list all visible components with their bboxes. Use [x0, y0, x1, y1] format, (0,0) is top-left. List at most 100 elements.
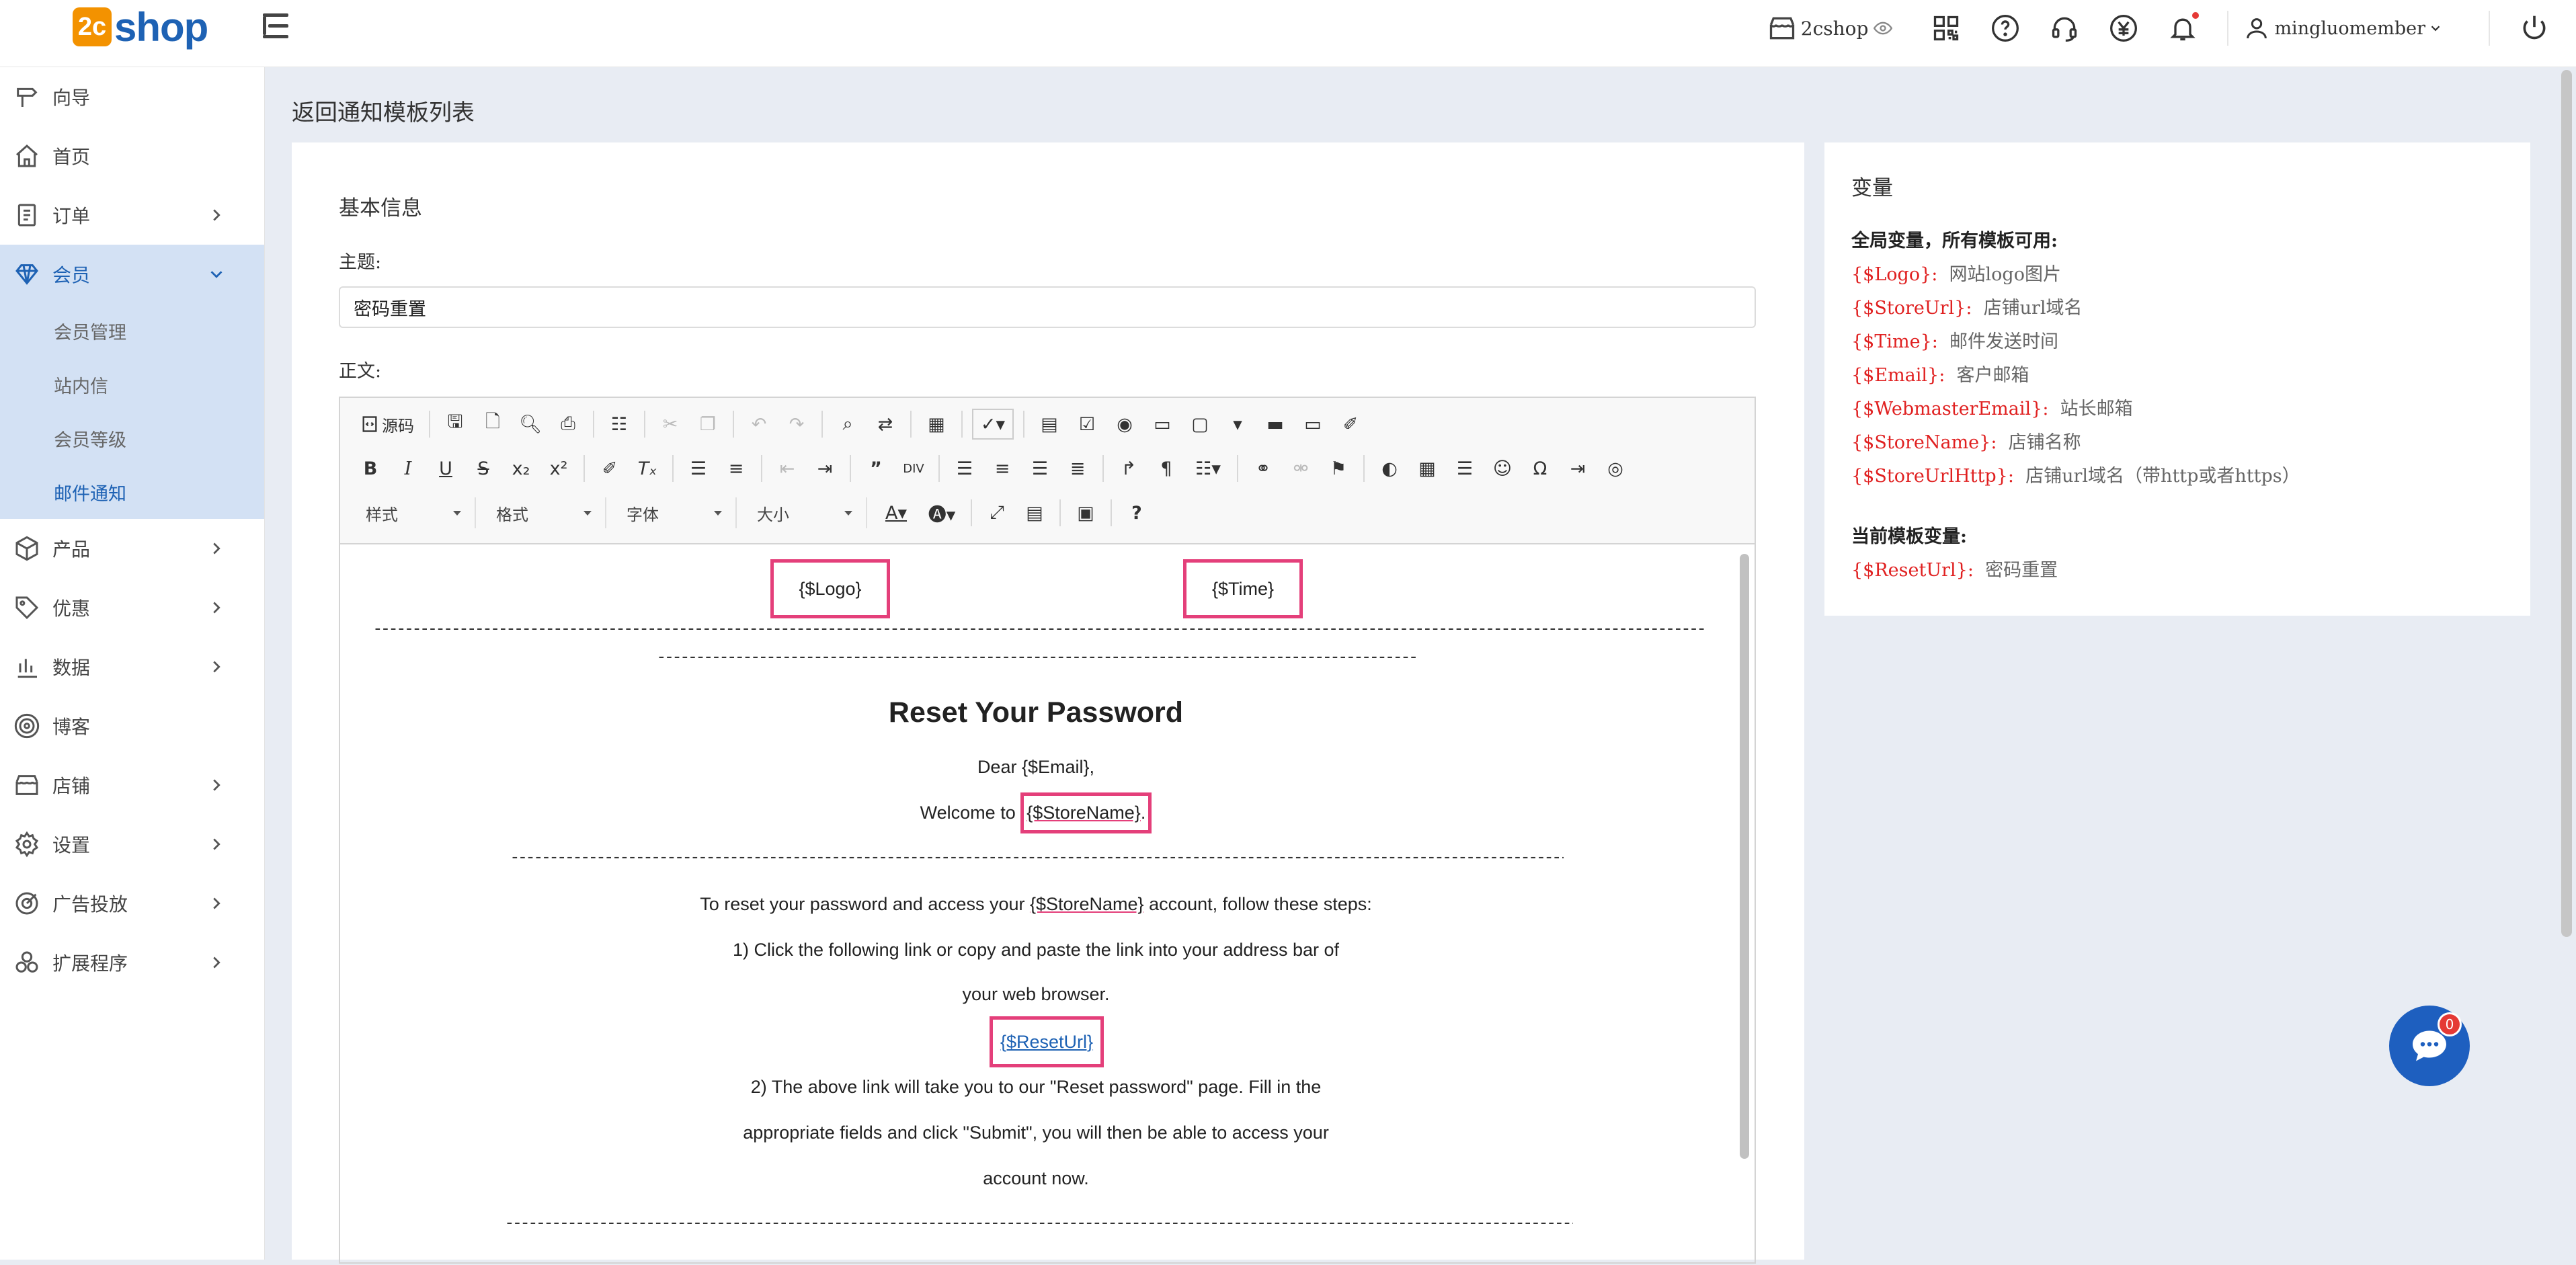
hidden-field-icon[interactable]: ✐: [1335, 409, 1366, 440]
editor-scrollbar[interactable]: [1740, 554, 1749, 1159]
sidebar-subitem-messages[interactable]: 站内信: [0, 358, 264, 411]
sidebar-item-settings[interactable]: 设置: [0, 815, 264, 874]
sidebar-item-extensions[interactable]: 扩展程序: [0, 933, 264, 992]
sidebar-item-home[interactable]: 首页: [0, 126, 264, 186]
anchor-icon[interactable]: ⚑: [1323, 453, 1354, 484]
sidebar-item-blog[interactable]: 博客: [0, 696, 264, 756]
text-color-icon[interactable]: A▾: [877, 497, 916, 528]
page-break-icon[interactable]: ⇥: [1562, 453, 1593, 484]
strikethrough-icon[interactable]: S: [468, 453, 499, 484]
underline-icon[interactable]: U: [430, 453, 461, 484]
indent-icon[interactable]: ⇥: [809, 453, 840, 484]
bold-icon[interactable]: B: [355, 453, 386, 484]
size-select[interactable]: 大小: [746, 497, 867, 528]
sidebar-item-products[interactable]: 产品: [0, 519, 264, 578]
redo-icon[interactable]: ↷: [781, 409, 812, 440]
spellcheck-icon[interactable]: ✓▾: [972, 409, 1014, 440]
sidebar-item-orders[interactable]: 订单: [0, 186, 264, 245]
subject-input[interactable]: 密码重置: [339, 286, 1756, 328]
sidebar-item-guide[interactable]: 向导: [0, 67, 264, 126]
headset-icon[interactable]: [2050, 13, 2079, 43]
align-left-icon[interactable]: ☰: [949, 453, 980, 484]
language-icon[interactable]: ☷▾: [1189, 453, 1227, 484]
save-icon[interactable]: 🖫: [440, 409, 471, 440]
shop-switcher[interactable]: 2cshop: [1767, 13, 1897, 43]
justify-icon[interactable]: ≣: [1062, 453, 1093, 484]
replace-icon[interactable]: ⇄: [870, 409, 901, 440]
chevron-right-icon: [213, 602, 220, 614]
special-char-icon[interactable]: Ω: [1525, 453, 1556, 484]
source-button[interactable]: 源码: [355, 409, 419, 440]
horizontal-line-icon[interactable]: ☰: [1449, 453, 1480, 484]
bulleted-list-icon[interactable]: ≡: [721, 453, 752, 484]
remove-format-icon[interactable]: Tₓ: [632, 453, 663, 484]
sidebar-item-members[interactable]: 会员: [0, 245, 264, 304]
currency-icon[interactable]: [2109, 13, 2138, 43]
help-icon[interactable]: [1990, 13, 2020, 43]
smiley-icon[interactable]: ☺: [1487, 453, 1518, 484]
eye-icon[interactable]: [1874, 19, 1893, 38]
top-bar: 2c shop 2cshop mingluomember: [0, 0, 2576, 67]
div-container-icon[interactable]: DIV: [898, 453, 929, 484]
numbered-list-icon[interactable]: ☰: [683, 453, 714, 484]
sidebar-subitem-email-notifications[interactable]: 邮件通知: [0, 465, 264, 519]
table-icon[interactable]: ▦: [1412, 453, 1443, 484]
subscript-icon[interactable]: x₂: [506, 453, 536, 484]
reseturl-link[interactable]: {$ResetUrl}: [1000, 1032, 1093, 1053]
sidebar-item-advertising[interactable]: 广告投放: [0, 874, 264, 933]
superscript-icon[interactable]: x²: [543, 453, 574, 484]
show-blocks-icon[interactable]: ▤: [1019, 497, 1050, 528]
editor-content[interactable]: {$Logo} {$Time} ------------------------…: [340, 546, 1752, 1265]
preview-icon[interactable]: 🔍︎: [515, 409, 546, 440]
cut-icon[interactable]: ✂: [655, 409, 686, 440]
sidebar-item-store[interactable]: 店铺: [0, 756, 264, 815]
about-icon[interactable]: ?: [1121, 497, 1152, 528]
maximize-icon[interactable]: ⤢: [981, 497, 1012, 528]
copy-format-icon[interactable]: ✐: [594, 453, 625, 484]
unlink-icon[interactable]: ⚮: [1285, 453, 1316, 484]
qrcode-icon[interactable]: [1931, 13, 1961, 43]
menu-toggle-icon[interactable]: [259, 9, 292, 43]
sidebar-subitem-member-levels[interactable]: 会员等级: [0, 411, 264, 465]
form-icon[interactable]: ▤: [1034, 409, 1065, 440]
iframe-icon[interactable]: ◎: [1600, 453, 1631, 484]
sidebar-item-promotions[interactable]: 优惠: [0, 578, 264, 637]
select-field-icon[interactable]: ▾: [1222, 409, 1253, 440]
chat-button[interactable]: 0: [2389, 1006, 2470, 1086]
format-select[interactable]: 格式: [485, 497, 606, 528]
page-scrollbar[interactable]: [2561, 70, 2572, 937]
flash-icon[interactable]: ◐: [1374, 453, 1405, 484]
power-icon[interactable]: [2520, 13, 2549, 43]
checkbox-icon[interactable]: ☑: [1072, 409, 1102, 440]
align-center-icon[interactable]: ≡: [987, 453, 1018, 484]
sidebar-subitem-member-management[interactable]: 会员管理: [0, 304, 264, 358]
select-all-icon[interactable]: ▦: [921, 409, 952, 440]
align-right-icon[interactable]: ☰: [1024, 453, 1055, 484]
font-select[interactable]: 字体: [616, 497, 737, 528]
radio-icon[interactable]: ◉: [1109, 409, 1140, 440]
undo-icon[interactable]: ↶: [743, 409, 774, 440]
text-direction-ltr-icon[interactable]: ↱: [1113, 453, 1144, 484]
outdent-icon[interactable]: ⇤: [772, 453, 803, 484]
back-to-template-list-link[interactable]: 返回通知模板列表: [292, 94, 475, 127]
blockquote-icon[interactable]: ”: [860, 453, 891, 484]
image-button-icon[interactable]: ▭: [1297, 409, 1328, 440]
logo[interactable]: 2c shop: [73, 0, 208, 54]
link-icon[interactable]: ⚭: [1248, 453, 1279, 484]
textfield-icon[interactable]: ▭: [1147, 409, 1178, 440]
text-direction-rtl-icon[interactable]: ¶: [1151, 453, 1182, 484]
print-icon[interactable]: ⎙: [553, 409, 583, 440]
copy-icon[interactable]: ❐: [692, 409, 723, 440]
sidebar-item-data[interactable]: 数据: [0, 637, 264, 696]
italic-icon[interactable]: I: [393, 453, 424, 484]
textarea-icon[interactable]: ▢: [1184, 409, 1215, 440]
image-icon[interactable]: ▣: [1070, 497, 1101, 528]
bell-icon[interactable]: [2168, 12, 2200, 43]
style-select[interactable]: 样式: [355, 497, 476, 528]
button-field-icon[interactable]: ▬: [1260, 409, 1291, 440]
background-color-icon[interactable]: 🅐▾: [922, 497, 961, 528]
new-page-icon[interactable]: 🗋: [477, 409, 508, 440]
user-menu[interactable]: mingluomember: [2243, 15, 2447, 42]
find-icon[interactable]: ⌕: [832, 409, 863, 440]
templates-icon[interactable]: ☷: [604, 409, 635, 440]
